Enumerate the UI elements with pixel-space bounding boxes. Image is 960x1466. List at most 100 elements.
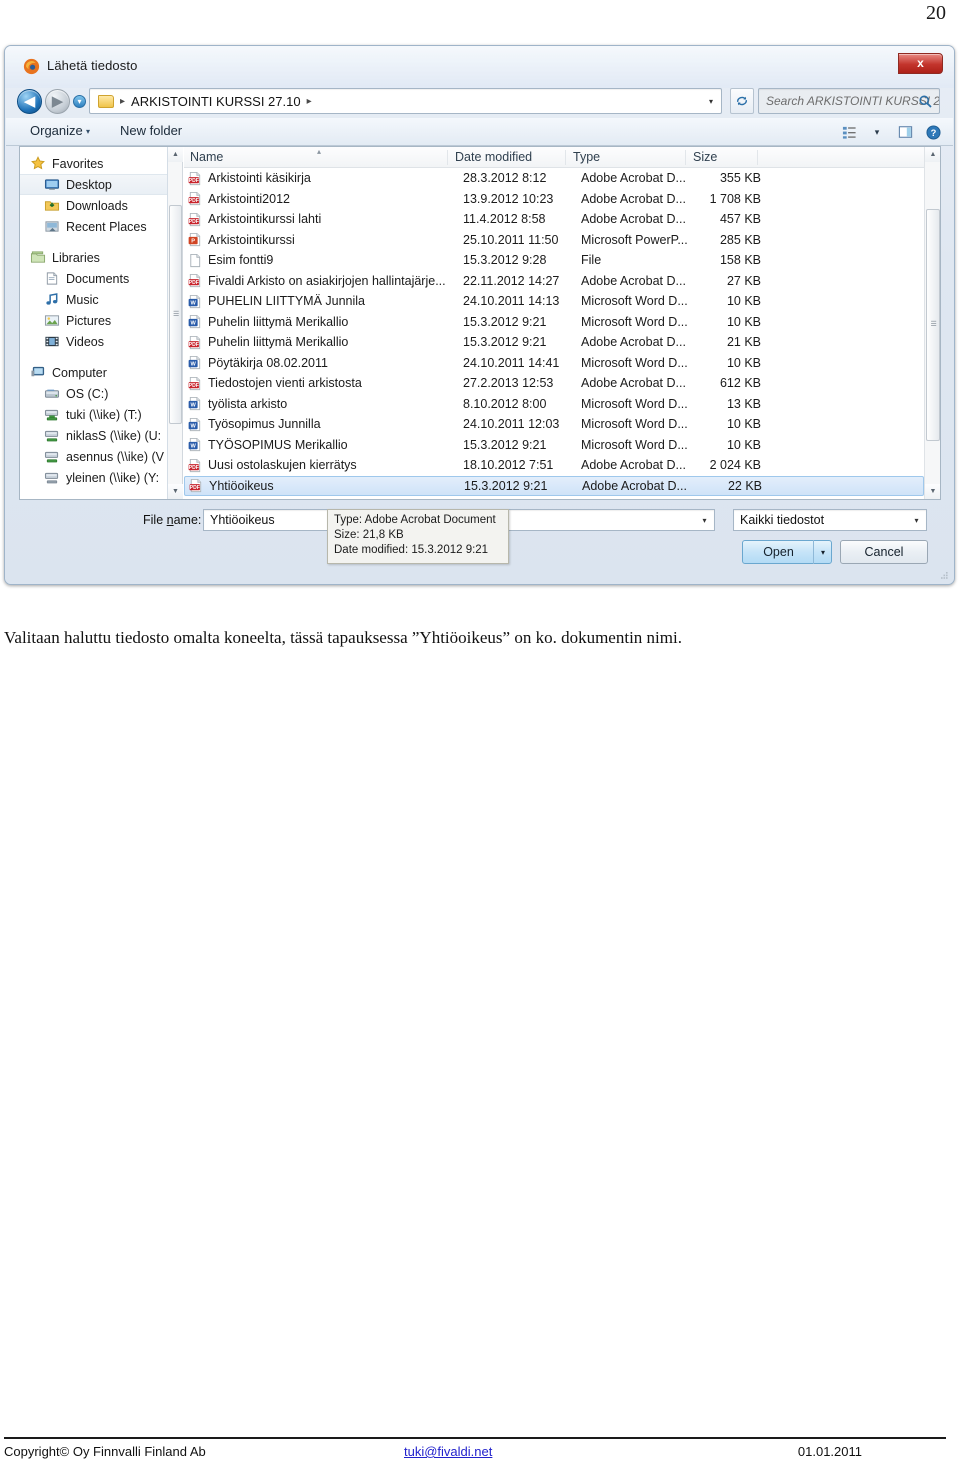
file-name-input[interactable]: Yhtiöoikeus [210,513,275,527]
table-row[interactable]: PDF Uusi ostolaskujen kierrätys 18.10.20… [184,455,924,476]
file-size: 2 024 KB [709,458,761,473]
table-row[interactable]: PDF Arkistointi käsikirja 28.3.2012 8:12… [184,168,924,189]
search-input[interactable]: Search ARKISTOINTI KURSSI 27... [766,94,939,108]
cancel-button[interactable]: Cancel [840,540,928,564]
scroll-down-icon[interactable]: ▼ [925,484,940,499]
sidebar-item-music[interactable]: Music [20,289,167,310]
table-row[interactable]: P Arkistointikurssi 25.10.2011 11:50 Mic… [184,230,924,251]
videos-icon [44,334,60,349]
nav-group-computer[interactable]: Computer [20,362,167,383]
recent-places-icon [44,219,60,234]
sidebar-item-documents[interactable]: Documents [20,268,167,289]
table-row[interactable]: W Puhelin liittymä Merikallio 15.3.2012 … [184,312,924,333]
powerpoint-icon: P [187,232,203,247]
sidebar-item-tuki-drive[interactable]: tuki (\\ike) (T:) [20,404,167,425]
sidebar-item-downloads[interactable]: Downloads [20,195,167,216]
sidebar-item-desktop[interactable]: Desktop [20,174,167,195]
pdf-icon: PDF [187,212,203,227]
sidebar-item-videos[interactable]: Videos [20,331,167,352]
file-type-filter-dropdown-icon[interactable]: ▾ [907,510,926,530]
help-button[interactable]: ? [919,120,947,144]
table-row-selected[interactable]: PDF Yhtiöoikeus 15.3.2012 9:21 Adobe Acr… [184,475,924,496]
nav-scrollbar-thumb[interactable]: ☰ [169,205,182,424]
svg-text:W: W [190,423,196,429]
table-row[interactable]: PDF Tiedostojen vienti arkistosta 27.2.2… [184,373,924,394]
recent-pages-dropdown[interactable]: ▾ [73,95,86,108]
nav-group-favorites[interactable]: Favorites [20,153,167,174]
file-type-filter-value[interactable]: Kaikki tiedostot [740,513,824,527]
pdf-icon: PDF [187,376,203,391]
file-name: Esim fontti9 [208,253,274,268]
sidebar-item-label: Recent Places [66,219,147,234]
file-date: 11.4.2012 8:58 [463,212,546,227]
network-drive-icon [44,428,60,443]
organize-caret-icon[interactable]: ▾ [86,127,90,136]
scroll-up-icon[interactable]: ▲ [168,147,183,162]
file-date: 24.10.2011 14:13 [463,294,560,309]
svg-text:PDF: PDF [190,485,200,491]
file-list-scrollbar[interactable]: ▲ ☰ ▼ [924,147,940,499]
sidebar-item-niklass-drive[interactable]: niklasS (\\ike) (U: [20,425,167,446]
file-size: 1 708 KB [709,191,761,206]
file-type-filter[interactable]: Kaikki tiedostot ▾ [733,509,927,531]
column-header-size[interactable]: Size [693,150,717,164]
sidebar-item-recent-places[interactable]: Recent Places [20,216,167,237]
file-date: 15.3.2012 9:21 [463,335,547,350]
column-divider-4[interactable] [757,150,758,165]
table-row[interactable]: W TYÖSOPIMUS Merikallio 15.3.2012 9:21 M… [184,435,924,456]
footer-email-link[interactable]: tuki@fivaldi.net [404,1444,492,1459]
preview-pane-button[interactable] [891,120,919,144]
view-options-caret-icon[interactable]: ▾ [863,120,891,144]
refresh-button[interactable] [730,88,754,114]
file-name: Yhtiöoikeus [209,478,274,493]
file-name-dropdown-icon[interactable]: ▾ [695,510,714,530]
column-header-name[interactable]: Name [190,150,223,164]
table-row[interactable]: Esim fontti9 15.3.2012 9:28 File 158 KB [184,250,924,271]
forward-button[interactable]: ▶ [45,89,70,114]
svg-text:PDF: PDF [189,219,199,225]
column-divider-2[interactable] [565,150,566,165]
close-button[interactable]: x [898,53,943,74]
file-date: 28.3.2012 8:12 [463,171,547,186]
table-row[interactable]: PDF Fivaldi Arkisto on asiakirjojen hall… [184,271,924,292]
back-button[interactable]: ◀ [17,89,42,114]
column-divider-3[interactable] [685,150,686,165]
table-row[interactable]: PDF Arkistointikurssi lahti 11.4.2012 8:… [184,209,924,230]
search-box[interactable]: Search ARKISTOINTI KURSSI 27... [758,88,940,114]
sidebar-item-asennus-drive[interactable]: asennus (\\ike) (V [20,446,167,467]
table-row[interactable]: W PUHELIN LIITTYMÄ Junnila 24.10.2011 14… [184,291,924,312]
file-list-scrollbar-thumb[interactable]: ☰ [926,209,940,441]
svg-text:PDF: PDF [189,342,199,348]
downloads-icon [44,198,60,213]
resize-grip-icon[interactable] [939,571,949,581]
open-dropdown-icon[interactable]: ▾ [813,540,832,564]
breadcrumb-dropdown-icon[interactable]: ▾ [701,89,721,113]
svg-text:PDF: PDF [189,465,199,471]
file-type: Microsoft Word D... [581,294,688,309]
table-row[interactable]: PDF Puhelin liittymä Merikallio 15.3.201… [184,332,924,353]
svg-text:PDF: PDF [189,198,199,204]
navigation-pane-scrollbar[interactable]: ▲ ☰ ▼ [168,147,183,499]
sidebar-item-yleinen-drive[interactable]: yleinen (\\ike) (Y: [20,467,167,488]
table-row[interactable]: W Pöytäkirja 08.02.2011 24.10.2011 14:41… [184,353,924,374]
scroll-up-icon[interactable]: ▲ [925,147,940,162]
sidebar-item-pictures[interactable]: Pictures [20,310,167,331]
column-divider-1[interactable] [447,150,448,165]
table-row[interactable]: W Työsopimus Junnilla 24.10.2011 12:03 M… [184,414,924,435]
table-row[interactable]: PDF Arkistointi2012 13.9.2012 10:23 Adob… [184,189,924,210]
new-folder-button[interactable]: New folder [120,123,182,138]
table-row[interactable]: W työlista arkisto 8.10.2012 8:00 Micros… [184,394,924,415]
documents-icon [44,271,60,286]
nav-group-libraries[interactable]: Libraries [20,247,167,268]
breadcrumb-bar[interactable]: ▸ ARKISTOINTI KURSSI 27.10 ▸ ▾ [89,88,722,114]
sidebar-item-os-c[interactable]: OS (C:) [20,383,167,404]
view-options-button[interactable] [835,120,863,144]
column-header-date[interactable]: Date modified [455,150,532,164]
column-header-type[interactable]: Type [573,150,600,164]
nav-gap-2 [20,352,167,362]
breadcrumb-path[interactable]: ARKISTOINTI KURSSI 27.10 [131,94,301,109]
pdf-icon: PDF [187,273,203,288]
computer-icon [30,365,46,380]
scroll-down-icon[interactable]: ▼ [168,484,183,499]
organize-button[interactable]: Organize [30,123,83,138]
